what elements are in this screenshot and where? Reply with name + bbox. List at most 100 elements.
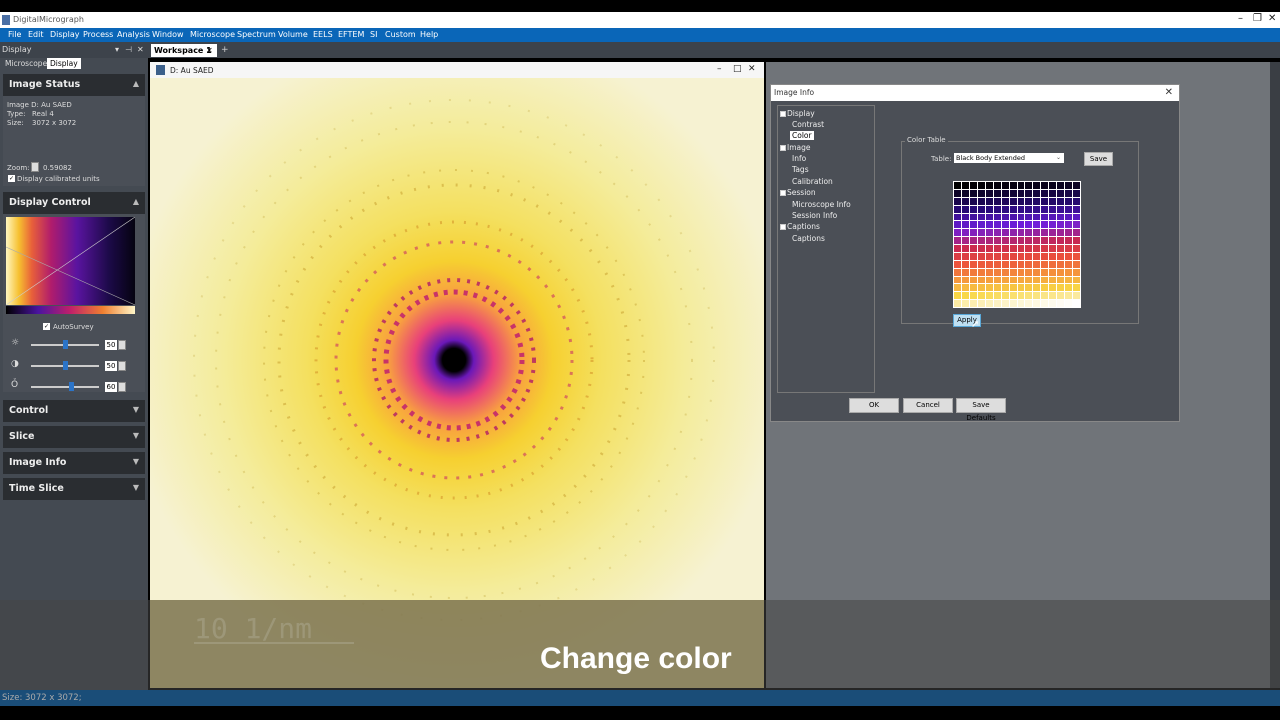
color-swatch[interactable]	[1033, 237, 1041, 244]
color-swatch[interactable]	[1057, 284, 1065, 292]
color-swatch[interactable]	[977, 245, 985, 252]
maximize-icon[interactable]: □	[733, 64, 742, 74]
color-swatch[interactable]	[954, 245, 961, 252]
color-swatch[interactable]	[1073, 245, 1080, 252]
subtab-microscope[interactable]: Microscope	[2, 58, 50, 69]
color-swatch[interactable]	[1017, 197, 1025, 205]
brightness-spinner[interactable]	[118, 340, 126, 350]
color-swatch[interactable]	[1041, 245, 1049, 252]
pin-icon[interactable]: ⊣	[125, 45, 132, 54]
workspace-tab-close-icon[interactable]: ✕	[206, 46, 213, 55]
color-swatch[interactable]	[1073, 292, 1080, 300]
menu-help[interactable]: Help	[420, 30, 438, 39]
color-swatch[interactable]	[1001, 284, 1009, 292]
color-swatch[interactable]	[993, 252, 1001, 260]
image-window[interactable]: D: Au SAED – □ ✕	[150, 62, 764, 688]
color-swatch[interactable]	[961, 276, 969, 284]
color-swatch[interactable]	[1033, 189, 1041, 197]
color-swatch[interactable]	[1009, 284, 1017, 292]
color-swatch[interactable]	[1049, 252, 1057, 260]
color-swatch[interactable]	[977, 182, 985, 189]
color-swatch[interactable]	[969, 300, 977, 307]
color-swatch[interactable]	[1049, 189, 1057, 197]
color-swatch[interactable]	[1017, 276, 1025, 284]
color-swatch[interactable]	[1057, 292, 1065, 300]
color-swatch[interactable]	[1057, 229, 1065, 237]
brightness-value[interactable]: 50	[105, 340, 117, 350]
color-swatch[interactable]	[961, 284, 969, 292]
color-swatch[interactable]	[1033, 205, 1041, 213]
image-status-header[interactable]: Image Status ▲	[3, 74, 145, 96]
save-button[interactable]: Save	[1084, 152, 1113, 166]
color-swatch[interactable]	[1073, 252, 1080, 260]
color-swatch[interactable]	[1057, 221, 1065, 229]
color-swatch[interactable]	[1033, 284, 1041, 292]
color-swatch[interactable]	[1001, 213, 1009, 221]
color-swatch[interactable]	[1009, 300, 1017, 307]
color-swatch[interactable]	[1049, 268, 1057, 276]
color-swatch[interactable]	[1049, 213, 1057, 221]
color-swatch[interactable]	[977, 260, 985, 268]
color-swatch[interactable]	[1041, 292, 1049, 300]
contrast-slider-thumb[interactable]	[63, 361, 68, 370]
color-swatch[interactable]	[1009, 205, 1017, 213]
color-swatch[interactable]	[993, 205, 1001, 213]
gamma-spinner[interactable]	[118, 382, 126, 392]
color-swatch[interactable]	[954, 237, 961, 244]
color-swatch[interactable]	[1049, 245, 1057, 252]
tree-node-display[interactable]: Display	[780, 109, 815, 118]
color-swatch[interactable]	[985, 300, 993, 307]
color-swatch[interactable]	[1041, 182, 1049, 189]
tab-workspace-1[interactable]: Workspace 1 ✕	[151, 44, 217, 57]
color-swatch[interactable]	[969, 276, 977, 284]
color-swatch[interactable]	[985, 245, 993, 252]
color-swatch[interactable]	[1041, 205, 1049, 213]
color-swatch[interactable]	[1065, 300, 1073, 307]
menu-edit[interactable]: Edit	[28, 30, 44, 39]
color-swatch[interactable]	[961, 260, 969, 268]
color-swatch[interactable]	[1009, 197, 1017, 205]
color-swatch[interactable]	[993, 229, 1001, 237]
color-swatch[interactable]	[961, 229, 969, 237]
color-swatch[interactable]	[1049, 276, 1057, 284]
color-swatch[interactable]	[1017, 213, 1025, 221]
color-swatch[interactable]	[1017, 229, 1025, 237]
color-swatch[interactable]	[1057, 300, 1065, 307]
color-swatch[interactable]	[1017, 268, 1025, 276]
tree-node-tags[interactable]: Tags	[792, 165, 809, 174]
color-swatch[interactable]	[969, 197, 977, 205]
color-swatch[interactable]	[977, 300, 985, 307]
color-swatch[interactable]	[1001, 300, 1009, 307]
color-swatch[interactable]	[1065, 252, 1073, 260]
color-swatch[interactable]	[1001, 260, 1009, 268]
color-swatch[interactable]	[977, 237, 985, 244]
color-swatch[interactable]	[1057, 213, 1065, 221]
color-swatch[interactable]	[1073, 221, 1080, 229]
color-swatch[interactable]	[969, 284, 977, 292]
color-swatch[interactable]	[1033, 197, 1041, 205]
color-swatch[interactable]	[961, 292, 969, 300]
color-swatch[interactable]	[954, 292, 961, 300]
minimize-icon[interactable]: –	[717, 64, 722, 74]
zoom-spinner[interactable]	[31, 162, 39, 172]
display-control-header[interactable]: Display Control ▲	[3, 192, 145, 214]
color-swatch[interactable]	[1057, 197, 1065, 205]
color-swatch[interactable]	[1073, 268, 1080, 276]
color-swatch[interactable]	[1057, 205, 1065, 213]
menu-volume[interactable]: Volume	[278, 30, 308, 39]
color-swatch[interactable]	[1049, 237, 1057, 244]
color-swatch[interactable]	[969, 182, 977, 189]
color-swatch[interactable]	[1057, 237, 1065, 244]
color-table-select[interactable]: Black Body Extended ⌄	[954, 153, 1064, 163]
color-swatch[interactable]	[1009, 213, 1017, 221]
color-swatch[interactable]	[969, 268, 977, 276]
tree-node-session[interactable]: Session	[780, 188, 816, 197]
color-swatch[interactable]	[969, 221, 977, 229]
color-swatch[interactable]	[1025, 205, 1033, 213]
color-swatch[interactable]	[961, 237, 969, 244]
tree-expand-icon[interactable]	[780, 111, 786, 117]
color-swatch[interactable]	[961, 213, 969, 221]
color-swatch[interactable]	[985, 237, 993, 244]
menu-spectrum[interactable]: Spectrum	[237, 30, 276, 39]
color-swatch[interactable]	[954, 260, 961, 268]
